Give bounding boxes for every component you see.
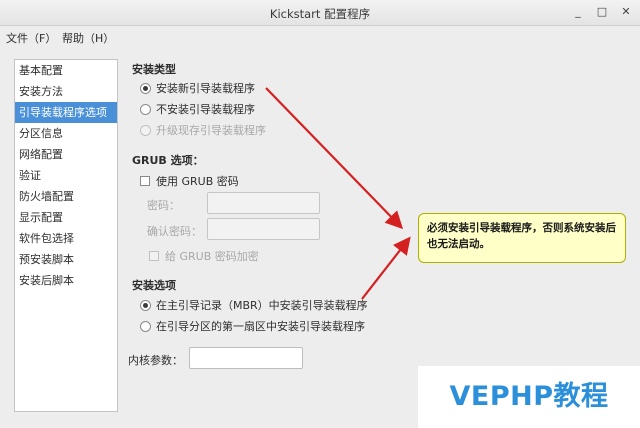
checkbox-indicator[interactable] [140,176,150,186]
radio-indicator[interactable] [140,299,151,311]
install-type-title: 安装类型 [132,63,176,76]
radio-label: 升级现存引导装载程序 [156,124,266,137]
annotation-callout: 必须安装引导装载程序，否则系统安装后也无法启动。 [418,213,626,263]
maximize-button[interactable]: □ [594,4,610,20]
use-grub-password-checkbox[interactable]: 使用 GRUB 密码 [140,173,239,189]
sidebar-item-basic[interactable]: 基本配置 [15,60,117,81]
sidebar-item-auth[interactable]: 验证 [15,165,117,186]
checkbox-indicator [149,251,159,261]
sidebar-item-network[interactable]: 网络配置 [15,144,117,165]
menu-help[interactable]: 帮助（H） [62,30,114,46]
radio-indicator[interactable] [140,320,151,332]
sidebar-item-packages[interactable]: 软件包选择 [15,228,117,249]
radio-install-mbr[interactable]: 在主引导记录（MBR）中安装引导装载程序 [140,297,368,313]
radio-label: 在引导分区的第一扇区中安装引导装载程序 [156,320,365,333]
callout-text: 必须安装引导装载程序，否则系统安装后也无法启动。 [427,222,616,250]
watermark-logo: VEPHP教程 [418,366,640,428]
title-bar: Kickstart 配置程序 _ □ ✕ [0,0,640,26]
radio-no-install[interactable]: 不安装引导装载程序 [140,101,255,117]
category-sidebar: 基本配置 安装方法 引导装载程序选项 分区信息 网络配置 验证 防火墙配置 显示… [14,59,118,412]
sidebar-item-pre-script[interactable]: 预安装脚本 [15,249,117,270]
grub-options-title: GRUB 选项： [132,154,204,167]
sidebar-item-bootloader[interactable]: 引导装载程序选项 [15,102,117,123]
kernel-params-label: 内核参数： [128,354,183,367]
confirm-password-field [207,218,320,240]
arrow-to-install-mbr [361,236,411,300]
radio-label: 安装新引导装载程序 [156,82,255,95]
checkbox-label: 给 GRUB 密码加密 [165,250,259,263]
radio-install-new[interactable]: 安装新引导装载程序 [140,80,255,96]
encrypt-grub-password-checkbox: 给 GRUB 密码加密 [149,248,259,264]
sidebar-item-partition[interactable]: 分区信息 [15,123,117,144]
confirm-password-label: 确认密码： [147,225,202,238]
menu-bar: 文件（F） 帮助（H） [0,26,640,48]
close-button[interactable]: ✕ [618,4,634,20]
checkbox-label: 使用 GRUB 密码 [156,175,239,188]
radio-indicator [140,124,151,136]
window-title: Kickstart 配置程序 [269,7,371,21]
radio-label: 不安装引导装载程序 [156,103,255,116]
radio-upgrade-existing: 升级现存引导装载程序 [140,122,266,138]
sidebar-item-install-method[interactable]: 安装方法 [15,81,117,102]
sidebar-item-firewall[interactable]: 防火墙配置 [15,186,117,207]
minimize-button[interactable]: _ [570,4,586,20]
password-field [207,192,320,214]
radio-indicator[interactable] [140,103,151,115]
sidebar-item-display[interactable]: 显示配置 [15,207,117,228]
password-label: 密码： [147,199,180,212]
radio-label: 在主引导记录（MBR）中安装引导装载程序 [156,299,368,312]
radio-install-boot-sector[interactable]: 在引导分区的第一扇区中安装引导装载程序 [140,318,365,334]
install-options-title: 安装选项 [132,279,176,292]
radio-indicator[interactable] [140,82,151,94]
menu-file[interactable]: 文件（F） [6,30,56,46]
kernel-params-input[interactable] [189,347,303,369]
sidebar-item-post-script[interactable]: 安装后脚本 [15,270,117,291]
